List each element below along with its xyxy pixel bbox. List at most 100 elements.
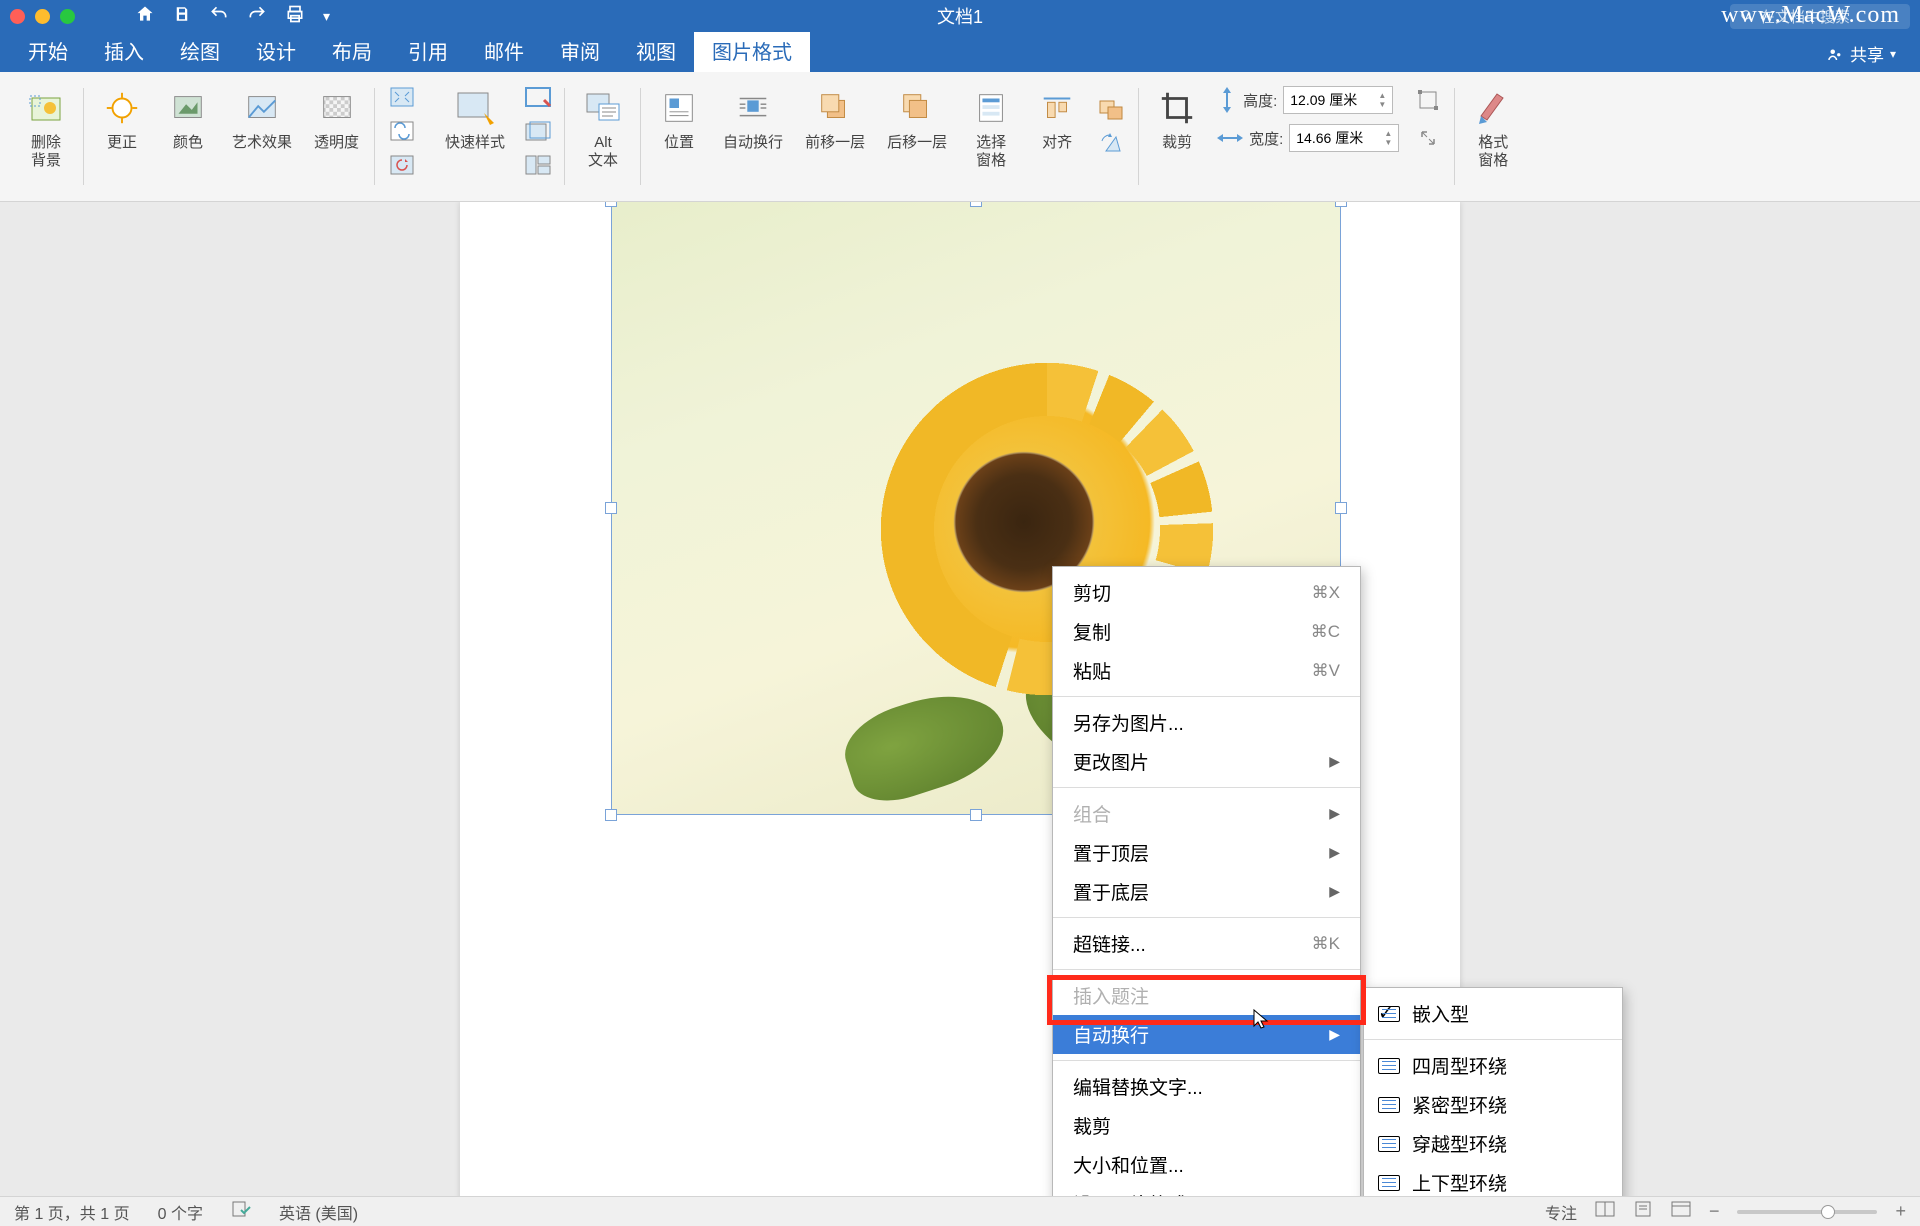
compress-pictures-button[interactable] (385, 82, 419, 112)
tab-picture-format[interactable]: 图片格式 (694, 29, 810, 72)
zoom-slider[interactable] (1737, 1210, 1877, 1214)
wrap-through[interactable]: 穿越型环绕 (1364, 1124, 1622, 1163)
wrap-text-button[interactable]: 自动换行 (717, 82, 789, 174)
view-print-layout-icon[interactable] (1633, 1201, 1653, 1222)
minimize-window-button[interactable] (35, 9, 50, 24)
home-icon[interactable] (135, 4, 155, 29)
share-button[interactable]: 共享 ▾ (1812, 35, 1910, 72)
menu-wrap-text[interactable]: 自动换行▶ (1053, 1015, 1360, 1054)
close-window-button[interactable] (10, 9, 25, 24)
format-pane-button[interactable]: 格式 窗格 (1465, 82, 1521, 174)
menu-group: 组合▶ (1053, 794, 1360, 833)
fullscreen-window-button[interactable] (60, 9, 75, 24)
resize-handle-mr[interactable] (1335, 502, 1347, 514)
menu-insert-caption: 插入题注 (1053, 976, 1360, 1015)
tab-review[interactable]: 审阅 (542, 29, 618, 72)
tab-references[interactable]: 引用 (390, 29, 466, 72)
menu-paste[interactable]: 粘贴⌘V (1053, 651, 1360, 690)
menu-cut[interactable]: 剪切⌘X (1053, 573, 1360, 612)
menu-crop[interactable]: 裁剪 (1053, 1106, 1360, 1145)
picture-layout-button[interactable] (521, 150, 555, 180)
watermark: www.MacW.com (1721, 2, 1900, 29)
title-bar: ▾ 文档1 在文档中搜索 www.MacW.com (0, 0, 1920, 32)
status-focus[interactable]: 专注 (1545, 1200, 1577, 1224)
send-backward-button[interactable]: 后移一层 (881, 82, 953, 174)
menu-format-picture[interactable]: 设置图片格式...⇧⌘1 (1053, 1184, 1360, 1196)
tab-mailings[interactable]: 邮件 (466, 29, 542, 72)
menu-send-to-back[interactable]: 置于底层▶ (1053, 872, 1360, 911)
zoom-out-button[interactable]: − (1709, 1201, 1720, 1222)
spellcheck-icon[interactable] (231, 1200, 251, 1223)
redo-icon[interactable] (247, 4, 267, 29)
width-label: 宽度: (1249, 128, 1283, 149)
wrap-inline[interactable]: ✓嵌入型 (1364, 994, 1622, 1033)
align-button[interactable]: 对齐 (1029, 82, 1085, 174)
tab-design[interactable]: 设计 (238, 29, 314, 72)
status-language[interactable]: 英语 (美国) (279, 1200, 358, 1224)
menu-bring-to-front[interactable]: 置于顶层▶ (1053, 833, 1360, 872)
share-label: 共享 (1850, 41, 1884, 66)
aspect-lock-button[interactable] (1411, 85, 1445, 115)
size-dialog-button[interactable] (1411, 123, 1445, 153)
picture-border-button[interactable] (521, 82, 555, 112)
menu-save-as-picture[interactable]: 另存为图片... (1053, 703, 1360, 742)
window-controls (10, 9, 75, 24)
artistic-effects-button[interactable]: 艺术效果 (226, 82, 298, 156)
document-title: 文档1 (937, 3, 983, 29)
resize-handle-bl[interactable] (605, 809, 617, 821)
menu-hyperlink[interactable]: 超链接...⌘K (1053, 924, 1360, 963)
wrap-top-bottom[interactable]: 上下型环绕 (1364, 1163, 1622, 1196)
height-input[interactable]: 12.09 厘米▲▼ (1283, 86, 1393, 114)
wrap-tight[interactable]: 紧密型环绕 (1364, 1085, 1622, 1124)
zoom-in-button[interactable]: + (1895, 1201, 1906, 1222)
tab-layout[interactable]: 布局 (314, 29, 390, 72)
group-button[interactable] (1095, 96, 1129, 126)
status-page[interactable]: 第 1 页，共 1 页 (14, 1200, 130, 1224)
menu-change-picture[interactable]: 更改图片▶ (1053, 742, 1360, 781)
view-read-mode-icon[interactable] (1595, 1201, 1615, 1222)
bring-forward-button[interactable]: 前移一层 (799, 82, 871, 174)
reset-picture-button[interactable] (385, 150, 419, 180)
color-button[interactable]: 颜色 (160, 82, 216, 156)
qat: ▾ (135, 4, 330, 29)
height-icon (1217, 87, 1237, 113)
wrap-text-submenu: ✓嵌入型 四周型环绕 紧密型环绕 穿越型环绕 上下型环绕 衬于文字下方 浮于文字… (1363, 987, 1623, 1196)
resize-handle-tr[interactable] (1335, 202, 1347, 207)
corrections-button[interactable]: 更正 (94, 82, 150, 156)
resize-handle-bm[interactable] (970, 809, 982, 821)
tab-view[interactable]: 视图 (618, 29, 694, 72)
height-label: 高度: (1243, 90, 1277, 111)
width-input[interactable]: 14.66 厘米▲▼ (1289, 124, 1399, 152)
print-icon[interactable] (285, 4, 305, 29)
save-icon[interactable] (173, 5, 191, 28)
rotate-button[interactable] (1095, 130, 1129, 160)
quick-styles-button[interactable]: 快速样式 (439, 82, 511, 180)
crop-button[interactable]: 裁剪 (1149, 82, 1205, 156)
position-button[interactable]: 位置 (651, 82, 707, 174)
view-web-layout-icon[interactable] (1671, 1201, 1691, 1222)
document-area[interactable]: 剪切⌘X 复制⌘C 粘贴⌘V 另存为图片... 更改图片▶ 组合▶ 置于顶层▶ … (0, 202, 1920, 1196)
change-picture-button[interactable] (385, 116, 419, 146)
ribbon: 删除 背景 更正 颜色 艺术效果 透明度 快速样式 Alt 文本 (0, 72, 1920, 202)
share-icon (1826, 45, 1844, 63)
resize-handle-ml[interactable] (605, 502, 617, 514)
status-word-count[interactable]: 0 个字 (158, 1200, 203, 1224)
remove-background-button[interactable]: 删除 背景 (18, 82, 74, 174)
tab-insert[interactable]: 插入 (86, 29, 162, 72)
qat-customize-icon[interactable]: ▾ (323, 8, 330, 25)
menu-edit-alt-text[interactable]: 编辑替换文字... (1053, 1067, 1360, 1106)
menu-copy[interactable]: 复制⌘C (1053, 612, 1360, 651)
transparency-button[interactable]: 透明度 (308, 82, 365, 156)
tab-draw[interactable]: 绘图 (162, 29, 238, 72)
resize-handle-tm[interactable] (970, 202, 982, 207)
wrap-square[interactable]: 四周型环绕 (1364, 1046, 1622, 1085)
undo-icon[interactable] (209, 4, 229, 29)
status-bar: 第 1 页，共 1 页 0 个字 英语 (美国) 专注 − + (0, 1196, 1920, 1226)
resize-handle-tl[interactable] (605, 202, 617, 207)
context-menu: 剪切⌘X 复制⌘C 粘贴⌘V 另存为图片... 更改图片▶ 组合▶ 置于顶层▶ … (1052, 566, 1361, 1196)
alt-text-button[interactable]: Alt 文本 (575, 82, 631, 174)
tab-home[interactable]: 开始 (10, 29, 86, 72)
selection-pane-button[interactable]: 选择 窗格 (963, 82, 1019, 174)
picture-effects-button[interactable] (521, 116, 555, 146)
menu-size-position[interactable]: 大小和位置... (1053, 1145, 1360, 1184)
